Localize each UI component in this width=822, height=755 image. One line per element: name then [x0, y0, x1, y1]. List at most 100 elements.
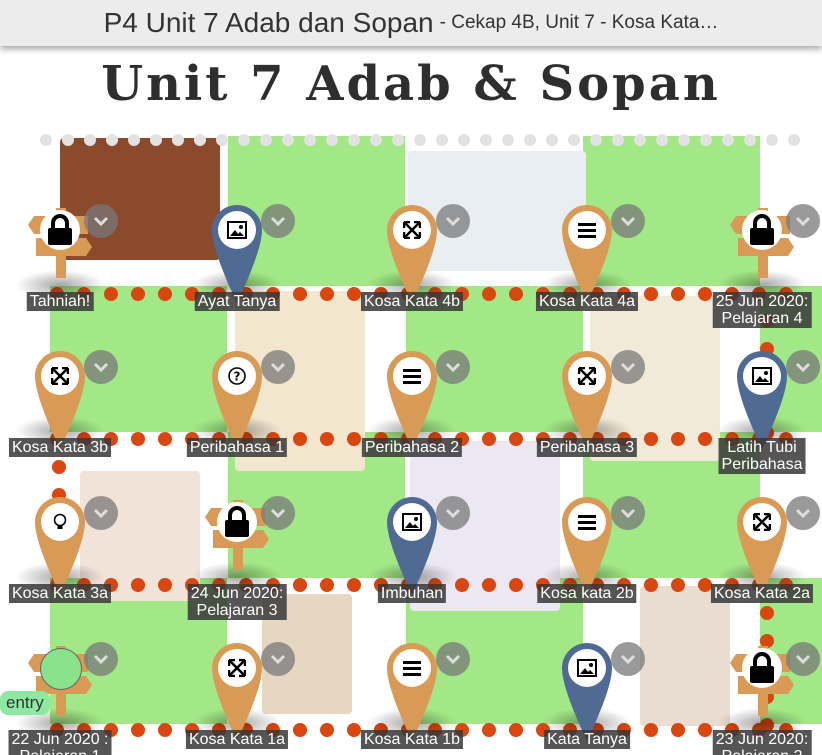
path-dot [509, 432, 523, 446]
path-dot [509, 578, 523, 592]
chevron-down-icon[interactable] [84, 204, 118, 238]
path-dot [320, 287, 334, 301]
path-dot [158, 578, 172, 592]
path-dot-grey [634, 134, 646, 146]
question-icon: ? [218, 357, 256, 395]
path-dot-grey [282, 134, 294, 146]
node-label[interactable]: Kosa Kata 4b [360, 292, 464, 311]
chevron-down-icon[interactable] [436, 350, 470, 384]
node-label[interactable]: Kosa kata 2b [537, 584, 637, 603]
path-dot [644, 287, 658, 301]
path-dot-grey [722, 134, 734, 146]
image-icon [568, 649, 606, 687]
image-icon [393, 503, 431, 541]
node-label[interactable]: Kata Tanya [544, 730, 630, 749]
path-dot-grey [194, 134, 206, 146]
chevron-down-icon[interactable] [261, 496, 295, 530]
node-label[interactable]: Kosa Kata 4a [535, 292, 639, 311]
list-icon [393, 649, 431, 687]
node-label[interactable]: Kosa Kata 1b [360, 730, 464, 749]
page-title: P4 Unit 7 Adab dan Sopan [103, 7, 434, 38]
node-label[interactable]: Peribahasa 1 [186, 438, 288, 457]
node-label[interactable]: 22 Jun 2020 : Pelajaran 1 [8, 730, 112, 755]
chevron-down-icon[interactable] [611, 496, 645, 530]
node-label[interactable]: Ayat Tanya [194, 292, 280, 311]
path-dot-grey [392, 134, 404, 146]
start-circle-icon[interactable] [40, 648, 82, 690]
chevron-down-icon[interactable] [84, 496, 118, 530]
path-dot-grey [436, 134, 448, 146]
node-label[interactable]: 23 Jun 2020: Pelajaran 2 [712, 730, 812, 755]
node-label[interactable]: Kosa Kata 2a [710, 584, 814, 603]
chevron-down-icon[interactable] [786, 642, 820, 676]
lock-icon[interactable] [217, 502, 257, 542]
list-icon [568, 211, 606, 249]
lightbulb-icon [41, 503, 79, 541]
node-label[interactable]: Kosa Kata 3a [8, 584, 112, 603]
path-dot [131, 578, 145, 592]
entry-badge: entry [0, 691, 50, 715]
path-dot-grey [172, 134, 184, 146]
chevron-down-icon[interactable] [261, 350, 295, 384]
node-label[interactable]: Kosa Kata 1a [185, 730, 289, 749]
path-dot-grey [568, 134, 580, 146]
node-label[interactable]: Imbuhan [377, 584, 447, 603]
node-label[interactable]: 24 Jun 2020: Pelajaran 3 [187, 584, 287, 620]
path-dot [347, 432, 361, 446]
node-label[interactable]: Peribahasa 2 [361, 438, 463, 457]
chevron-down-icon[interactable] [436, 642, 470, 676]
path-dot [760, 606, 774, 620]
path-dot-grey [370, 134, 382, 146]
path-dot-grey [678, 134, 690, 146]
list-icon [393, 357, 431, 395]
path-dot [698, 287, 712, 301]
chevron-down-icon[interactable] [436, 204, 470, 238]
path-dot-grey [502, 134, 514, 146]
node-label[interactable]: 25 Jun 2020: Pelajaran 4 [712, 292, 812, 328]
lock-icon[interactable] [40, 210, 80, 250]
path-dot [347, 578, 361, 592]
chevron-down-icon[interactable] [786, 496, 820, 530]
path-dot [293, 578, 307, 592]
unit-banner: Unit 7 Adab & Sopan [101, 56, 721, 112]
chevron-down-icon[interactable] [436, 496, 470, 530]
chevron-down-icon[interactable] [611, 350, 645, 384]
path-dot [320, 432, 334, 446]
path-dot [320, 723, 334, 737]
image-icon [218, 211, 256, 249]
lock-icon[interactable] [742, 210, 782, 250]
expand-icon [41, 357, 79, 395]
lock-icon[interactable] [742, 648, 782, 688]
chevron-down-icon[interactable] [261, 642, 295, 676]
node-label[interactable]: Kosa Kata 3b [8, 438, 112, 457]
path-dot [52, 460, 66, 474]
path-dot [347, 287, 361, 301]
path-dot [293, 432, 307, 446]
path-dot [347, 723, 361, 737]
path-dot [509, 287, 523, 301]
chevron-down-icon[interactable] [786, 350, 820, 384]
node-label[interactable]: Tahniah! [26, 292, 94, 311]
chevron-down-icon[interactable] [84, 642, 118, 676]
chevron-down-icon[interactable] [611, 642, 645, 676]
illustration [640, 586, 730, 726]
chevron-down-icon[interactable] [786, 204, 820, 238]
chevron-down-icon[interactable] [84, 350, 118, 384]
chevron-down-icon[interactable] [261, 204, 295, 238]
path-dot-grey [458, 134, 470, 146]
path-dot-grey [656, 134, 668, 146]
path-dot [158, 287, 172, 301]
chevron-down-icon[interactable] [611, 204, 645, 238]
path-dot-grey [590, 134, 602, 146]
expand-icon [743, 503, 781, 541]
node-label[interactable]: Peribahasa 3 [536, 438, 638, 457]
path-dot [509, 723, 523, 737]
path-dot-grey [766, 134, 778, 146]
path-dot [293, 723, 307, 737]
path-dot-grey [788, 134, 800, 146]
expand-icon [218, 649, 256, 687]
map-canvas: Unit 7 Adab & Sopan Tahniah! Ayat Tanya Ko… [0, 46, 822, 755]
node-label[interactable]: Latih Tubi Peribahasa [718, 438, 806, 474]
path-dot-grey [40, 134, 52, 146]
image-icon [743, 357, 781, 395]
